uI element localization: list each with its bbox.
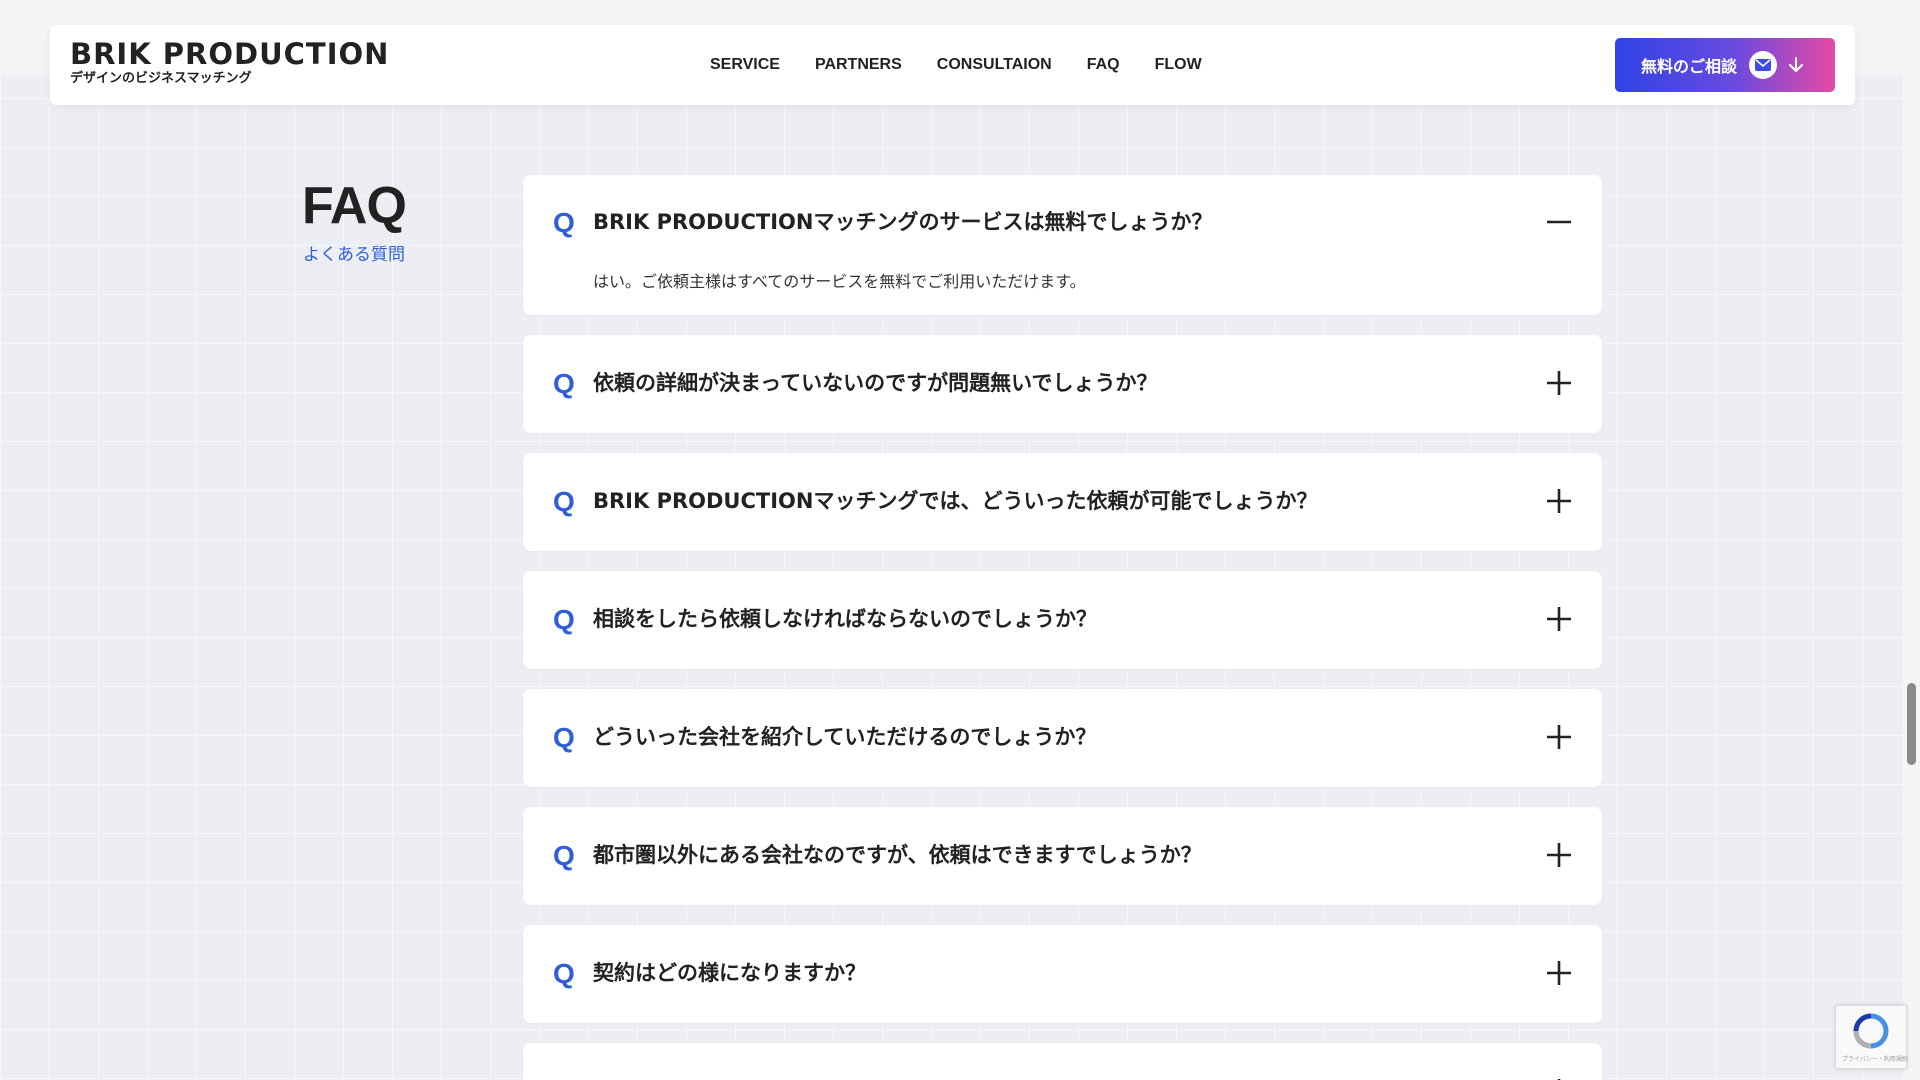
nav-link-partners[interactable]: PARTNERS xyxy=(815,56,902,74)
free-consultation-button[interactable]: 無料のご相談 xyxy=(1615,38,1835,92)
nav-link-faq[interactable]: FAQ xyxy=(1087,56,1120,74)
minus-icon[interactable] xyxy=(1544,207,1574,237)
nav-link-service[interactable]: SERVICE xyxy=(710,56,780,74)
q-mark: Q xyxy=(553,958,575,989)
faq-question: 都市圏以外にある会社なのですが、依頼はできますでしょうか？ xyxy=(593,843,1202,867)
q-mark: Q xyxy=(553,722,575,753)
faq-item[interactable]: Q 依頼の詳細が決まっていないのですが問題無いでしょうか？ xyxy=(523,335,1602,433)
faq-item[interactable] xyxy=(523,1043,1602,1080)
plus-icon[interactable] xyxy=(1544,368,1574,398)
recaptcha-terms: プライバシー・利用規約 xyxy=(1842,1056,1908,1063)
nav-link-flow[interactable]: FLOW xyxy=(1155,56,1202,74)
q-mark: Q xyxy=(553,207,575,238)
recaptcha-icon xyxy=(1853,1013,1889,1049)
faq-item[interactable]: Q BRIK PRODUCTIONマッチングでは、どういった依頼が可能でしょうか… xyxy=(523,453,1602,551)
faq-question: どういった会社を紹介していただけるのでしょうか？ xyxy=(593,725,1097,749)
site-header: BRIK PRODUCTION デザインのビジネスマッチング SERVICE P… xyxy=(50,25,1855,105)
mail-icon xyxy=(1749,51,1778,79)
nav-link-consultation[interactable]: CONSULTAION xyxy=(937,56,1052,74)
main-nav: SERVICE PARTNERS CONSULTAION FAQ FLOW xyxy=(710,25,1202,105)
plus-icon[interactable] xyxy=(1544,722,1574,752)
faq-question: 依頼の詳細が決まっていないのですが問題無いでしょうか？ xyxy=(593,371,1158,395)
arrow-down-icon xyxy=(1787,56,1805,74)
logo-text: BRIK PRODUCTION xyxy=(70,37,390,71)
scrollbar-thumb[interactable] xyxy=(1907,683,1916,765)
plus-icon[interactable] xyxy=(1544,840,1574,870)
section-subtitle: よくある質問 xyxy=(303,245,405,265)
q-mark: Q xyxy=(553,368,575,399)
logo-tagline: デザインのビジネスマッチング xyxy=(70,71,252,86)
faq-item[interactable]: Q BRIK PRODUCTIONマッチングのサービスは無料でしょうか？ はい。… xyxy=(523,175,1602,315)
cta-label: 無料のご相談 xyxy=(1641,57,1738,76)
recaptcha-badge[interactable]: プライバシー・利用規約 xyxy=(1835,1005,1908,1069)
scrollbar[interactable] xyxy=(1903,0,1920,1080)
faq-question: 契約はどの様になりますか？ xyxy=(593,961,866,985)
faq-item[interactable]: Q 契約はどの様になりますか？ xyxy=(523,925,1602,1023)
faq-item[interactable]: Q 相談をしたら依頼しなければならないのでしょうか？ xyxy=(523,571,1602,669)
faq-question: BRIK PRODUCTIONマッチングでは、どういった依頼が可能でしょうか？ xyxy=(593,489,1318,513)
q-mark: Q xyxy=(553,486,575,517)
faq-question: 相談をしたら依頼しなければならないのでしょうか？ xyxy=(593,607,1097,631)
faq-answer: はい。ご依頼主様はすべてのサービスを無料でご利用いただけます。 xyxy=(593,272,1086,291)
faq-question: BRIK PRODUCTIONマッチングのサービスは無料でしょうか？ xyxy=(593,210,1213,234)
plus-icon[interactable] xyxy=(1544,486,1574,516)
plus-icon[interactable] xyxy=(1544,958,1574,988)
section-title: FAQ xyxy=(302,177,407,235)
plus-icon[interactable] xyxy=(1544,604,1574,634)
faq-item[interactable]: Q どういった会社を紹介していただけるのでしょうか？ xyxy=(523,689,1602,787)
q-mark: Q xyxy=(553,840,575,871)
logo[interactable]: BRIK PRODUCTION デザインのビジネスマッチング xyxy=(70,39,389,87)
plus-icon[interactable] xyxy=(1544,1076,1574,1080)
q-mark: Q xyxy=(553,604,575,635)
faq-item[interactable]: Q 都市圏以外にある会社なのですが、依頼はできますでしょうか？ xyxy=(523,807,1602,905)
